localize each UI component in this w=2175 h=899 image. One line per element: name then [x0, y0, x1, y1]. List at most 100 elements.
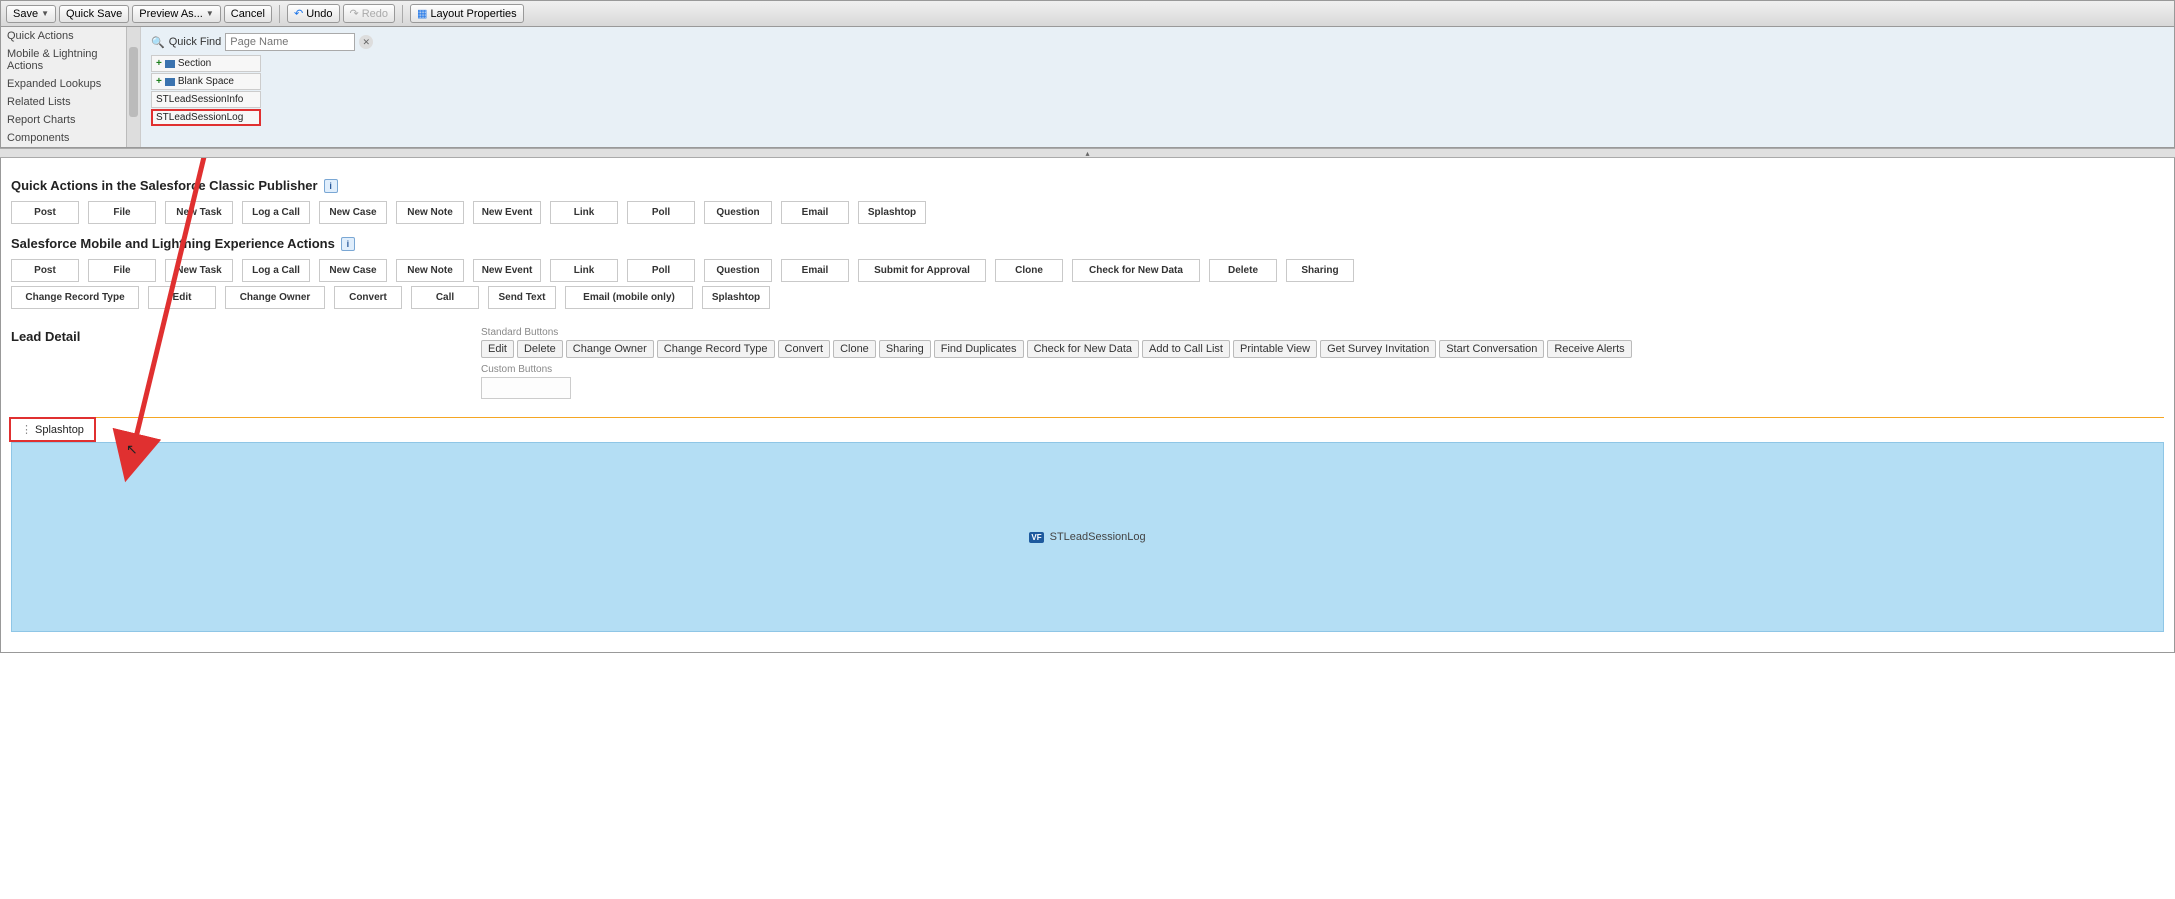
action-block[interactable]: Change Record Type: [11, 286, 139, 309]
search-icon: 🔍: [151, 36, 165, 49]
layout-properties-button[interactable]: ▦Layout Properties: [410, 4, 524, 23]
action-block[interactable]: Send Text: [488, 286, 556, 309]
action-block[interactable]: Poll: [627, 201, 695, 224]
palette-cat-mobile-lightning[interactable]: Mobile & Lightning Actions: [1, 45, 140, 75]
quick-find-input[interactable]: [225, 33, 355, 51]
action-block[interactable]: Email: [781, 259, 849, 282]
palette-cat-components[interactable]: Components: [1, 129, 140, 147]
action-block[interactable]: Clone: [995, 259, 1063, 282]
preview-as-label: Preview As...: [139, 8, 203, 20]
heading-text: Salesforce Mobile and Lightning Experien…: [11, 236, 335, 251]
redo-label: Redo: [362, 8, 388, 20]
blank-icon: [165, 78, 175, 86]
drop-zone-page-name: STLeadSessionLog: [1050, 531, 1146, 543]
redo-button[interactable]: ↷Redo: [343, 4, 396, 23]
action-block[interactable]: Question: [704, 259, 772, 282]
action-block[interactable]: Link: [550, 201, 618, 224]
action-block[interactable]: Check for New Data: [1072, 259, 1200, 282]
cancel-button[interactable]: Cancel: [224, 5, 272, 23]
standard-buttons-row: EditDeleteChange OwnerChange Record Type…: [481, 340, 2164, 358]
action-block[interactable]: File: [88, 259, 156, 282]
undo-button[interactable]: ↶Undo: [287, 4, 340, 23]
standard-button[interactable]: Add to Call List: [1142, 340, 1230, 358]
action-block[interactable]: Question: [704, 201, 772, 224]
custom-buttons-label: Custom Buttons: [481, 364, 2164, 375]
palette-cat-expanded-lookups[interactable]: Expanded Lookups: [1, 75, 140, 93]
undo-label: Undo: [306, 8, 332, 20]
standard-button[interactable]: Convert: [778, 340, 831, 358]
palette-items-area: 🔍 Quick Find ✕ +Section +Blank Space STL…: [141, 27, 2174, 147]
splashtop-section-tab[interactable]: ⋮Splashtop: [9, 417, 96, 442]
palette-item-stleadsessioninfo[interactable]: STLeadSessionInfo: [151, 91, 261, 108]
standard-button[interactable]: Delete: [517, 340, 563, 358]
palette-panel: Quick Actions▴ Mobile & Lightning Action…: [0, 27, 2175, 148]
standard-button[interactable]: Change Owner: [566, 340, 654, 358]
standard-buttons-label: Standard Buttons: [481, 327, 2164, 338]
action-block[interactable]: Convert: [334, 286, 402, 309]
standard-button[interactable]: Edit: [481, 340, 514, 358]
action-block[interactable]: New Event: [473, 201, 541, 224]
action-block[interactable]: New Event: [473, 259, 541, 282]
action-block[interactable]: Splashtop: [702, 286, 770, 309]
standard-button[interactable]: Clone: [833, 340, 876, 358]
action-block[interactable]: Call: [411, 286, 479, 309]
action-block[interactable]: Email (mobile only): [565, 286, 693, 309]
action-block[interactable]: New Case: [319, 201, 387, 224]
visualforce-drop-zone[interactable]: VF STLeadSessionLog: [11, 442, 2164, 632]
add-icon: +: [156, 76, 162, 87]
action-block[interactable]: Delete: [1209, 259, 1277, 282]
layout-icon: ▦: [417, 7, 427, 20]
standard-button[interactable]: Check for New Data: [1027, 340, 1139, 358]
palette-item-stleadsessionlog[interactable]: STLeadSessionLog: [151, 109, 261, 126]
standard-button[interactable]: Receive Alerts: [1547, 340, 1631, 358]
action-block[interactable]: Log a Call: [242, 201, 310, 224]
palette-item-section[interactable]: +Section: [151, 55, 261, 72]
action-block[interactable]: Post: [11, 259, 79, 282]
palette-cat-report-charts[interactable]: Report Charts: [1, 111, 140, 129]
action-block[interactable]: New Note: [396, 201, 464, 224]
save-button[interactable]: Save▼: [6, 5, 56, 23]
action-block[interactable]: Log a Call: [242, 259, 310, 282]
action-block[interactable]: Splashtop: [858, 201, 926, 224]
palette-item-blank-space[interactable]: +Blank Space: [151, 73, 261, 90]
palette-cat-label: Quick Actions: [7, 30, 74, 42]
standard-button[interactable]: Start Conversation: [1439, 340, 1544, 358]
action-block[interactable]: Poll: [627, 259, 695, 282]
action-block[interactable]: Link: [550, 259, 618, 282]
quick-save-button[interactable]: Quick Save: [59, 5, 129, 23]
caret-down-icon: ▼: [41, 9, 49, 18]
clear-search-button[interactable]: ✕: [359, 35, 373, 49]
action-block[interactable]: New Note: [396, 259, 464, 282]
preview-as-button[interactable]: Preview As...▼: [132, 5, 221, 23]
info-icon[interactable]: i: [324, 179, 338, 193]
action-block[interactable]: New Case: [319, 259, 387, 282]
standard-button[interactable]: Find Duplicates: [934, 340, 1024, 358]
scrollbar-thumb[interactable]: [129, 47, 138, 117]
custom-buttons-dropzone[interactable]: [481, 377, 571, 399]
palette-cat-related-lists[interactable]: Related Lists: [1, 93, 140, 111]
palette-cat-quick-actions[interactable]: Quick Actions▴: [1, 27, 140, 45]
save-label: Save: [13, 8, 38, 20]
action-block[interactable]: New Task: [165, 259, 233, 282]
standard-button[interactable]: Get Survey Invitation: [1320, 340, 1436, 358]
standard-button[interactable]: Sharing: [879, 340, 931, 358]
classic-actions-heading: Quick Actions in the Salesforce Classic …: [11, 178, 2164, 193]
standard-button[interactable]: Printable View: [1233, 340, 1317, 358]
action-block[interactable]: Sharing: [1286, 259, 1354, 282]
quick-find-row: 🔍 Quick Find ✕: [151, 33, 2164, 51]
splashtop-tab-label: Splashtop: [35, 424, 84, 436]
action-block[interactable]: New Task: [165, 201, 233, 224]
palette-item-label: STLeadSessionLog: [156, 112, 243, 123]
standard-button[interactable]: Change Record Type: [657, 340, 775, 358]
palette-scrollbar[interactable]: [126, 27, 140, 147]
action-block[interactable]: Edit: [148, 286, 216, 309]
palette-collapser[interactable]: ▴: [0, 148, 2175, 158]
action-block[interactable]: Change Owner: [225, 286, 325, 309]
action-block[interactable]: Email: [781, 201, 849, 224]
info-icon[interactable]: i: [341, 237, 355, 251]
action-block[interactable]: Submit for Approval: [858, 259, 986, 282]
action-block[interactable]: File: [88, 201, 156, 224]
lightning-actions-heading: Salesforce Mobile and Lightning Experien…: [11, 236, 2164, 251]
caret-down-icon: ▼: [206, 9, 214, 18]
action-block[interactable]: Post: [11, 201, 79, 224]
